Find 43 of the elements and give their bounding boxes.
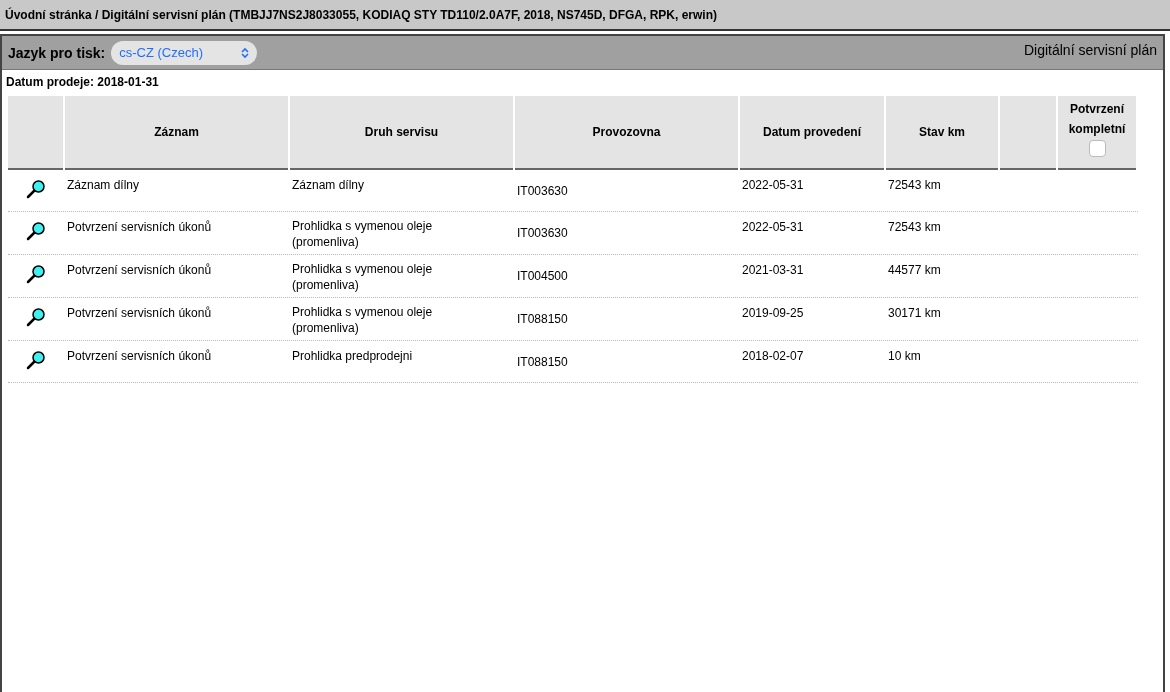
table-cell: Záznam dílny — [67, 177, 140, 193]
table-cell: Prohlidka s vymenou oleje (promenliva) — [292, 261, 433, 293]
column-header: Druh servisu — [290, 96, 513, 170]
magnifier-icon[interactable] — [25, 350, 46, 370]
column-header: Datum provedení — [740, 96, 884, 170]
confirm-column-header: Potvrzení kompletní — [1067, 101, 1127, 138]
table-cell: 10 km — [888, 348, 921, 364]
table-cell: 44577 km — [888, 262, 941, 278]
language-label: Jazyk pro tisk: — [8, 43, 106, 63]
language-select[interactable]: cs-CZ (Czech) — [111, 41, 258, 65]
table-cell: Záznam dílny — [292, 177, 365, 193]
table-cell: 2019-09-25 — [742, 305, 804, 321]
table-cell: 72543 km — [888, 177, 941, 193]
table-cell: IT003630 — [517, 183, 568, 199]
table-cell: Potvrzení servisních úkonů — [67, 262, 212, 278]
table-cell: Potvrzení servisních úkonů — [67, 348, 212, 364]
table-cell: 2022-05-31 — [742, 177, 804, 193]
updown-caret-icon — [241, 47, 250, 59]
table-cell: 2018-02-07 — [742, 348, 804, 364]
magnifier-icon[interactable] — [25, 179, 46, 199]
table-cell: Prohlidka predprodejni — [292, 348, 413, 364]
table-cell: 2021-03-31 — [742, 262, 804, 278]
table-cell: 2022-05-31 — [742, 219, 804, 235]
table-cell: 30171 km — [888, 305, 941, 321]
table-cell: IT088150 — [517, 311, 568, 327]
table-cell: IT088150 — [517, 354, 568, 370]
table-cell: Prohlidka s vymenou oleje (promenliva) — [292, 304, 433, 336]
column-header: Provozovna — [515, 96, 738, 170]
magnifier-icon[interactable] — [25, 307, 46, 327]
confirm-all-checkbox[interactable] — [1088, 140, 1106, 157]
sale-date: Datum prodeje: 2018-01-31 — [5, 75, 160, 89]
magnifier-icon[interactable] — [25, 221, 46, 241]
panel-title: Digitální servisní plán — [1023, 41, 1157, 60]
table-cell: Potvrzení servisních úkonů — [67, 305, 212, 321]
table-cell: 72543 km — [888, 219, 941, 235]
magnifier-icon[interactable] — [25, 264, 46, 284]
title-bar: Úvodní stránka / Digitální servisní plán (TMBJJ7NS2J8033055, KODIAQ STY TD110/2.0A7F, 2018, NS745D, DFGA, RPK, erwin) — [0, 0, 1170, 31]
table-cell: IT004500 — [517, 268, 568, 284]
table-cell: Potvrzení servisních úkonů — [67, 219, 212, 235]
column-header: Záznam — [65, 96, 288, 170]
table-cell: Prohlidka s vymenou oleje (promenliva) — [292, 218, 433, 250]
table-cell: IT003630 — [517, 225, 568, 241]
column-header: Stav km — [886, 96, 998, 170]
